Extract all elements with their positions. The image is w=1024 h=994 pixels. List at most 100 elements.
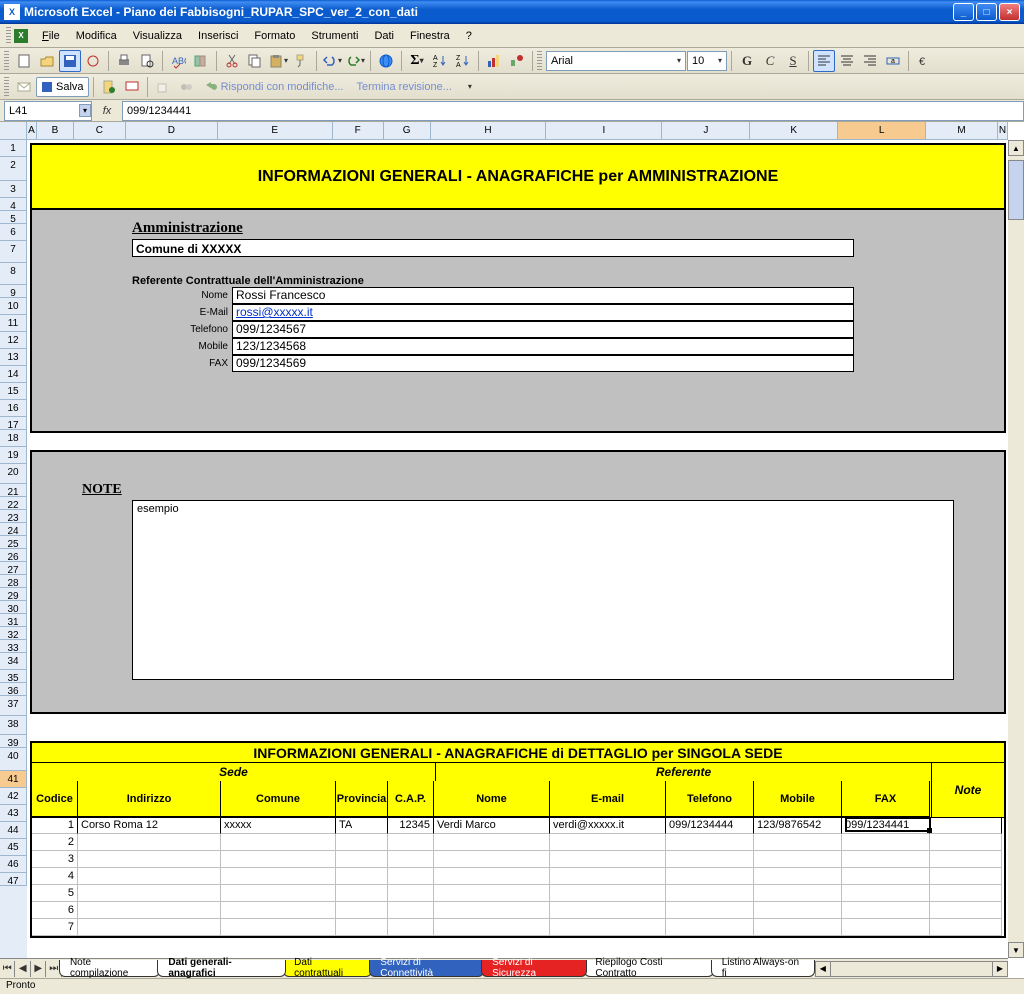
row-37[interactable]: 37 <box>0 696 27 716</box>
cell-fax[interactable]: 099/1234441 <box>842 817 930 834</box>
mail-recipient-icon[interactable] <box>13 76 35 98</box>
align-center-icon[interactable] <box>836 50 858 72</box>
row-8[interactable]: 8 <box>0 263 27 285</box>
row-19[interactable]: 19 <box>0 447 27 464</box>
paste-icon[interactable]: ▾ <box>267 50 289 72</box>
col-b[interactable]: B <box>37 122 74 140</box>
open-icon[interactable] <box>36 50 58 72</box>
chart-wizard-icon[interactable] <box>483 50 505 72</box>
row-16[interactable]: 16 <box>0 400 27 417</box>
cell-nome[interactable]: Verdi Marco <box>434 817 550 834</box>
tab-note-compilazione[interactable]: Note compilazione <box>59 960 160 977</box>
row-46[interactable]: 46 <box>0 856 27 873</box>
rispondi-button[interactable]: Rispondi con modifiche... <box>198 77 350 97</box>
scroll-track[interactable] <box>831 961 992 977</box>
col-j[interactable]: J <box>662 122 750 140</box>
redo-icon[interactable]: ▾ <box>344 50 366 72</box>
formula-input[interactable]: 099/1234441 <box>122 101 1024 121</box>
cut-icon[interactable] <box>221 50 243 72</box>
research-icon[interactable] <box>190 50 212 72</box>
row-12[interactable]: 12 <box>0 332 27 349</box>
menu-inserisci[interactable]: Inserisci <box>190 27 246 45</box>
tab-nav-next[interactable]: ▶ <box>31 961 46 977</box>
tab-nav-prev[interactable]: ◀ <box>15 961 30 977</box>
align-left-icon[interactable] <box>813 50 835 72</box>
col-m[interactable]: M <box>926 122 998 140</box>
tab-servizi-connettivita[interactable]: Servizi di Connettività <box>369 960 484 977</box>
row-5[interactable]: 5 <box>0 211 27 224</box>
row-17[interactable]: 17 <box>0 417 27 430</box>
permission-icon[interactable] <box>82 50 104 72</box>
format-painter-icon[interactable] <box>290 50 312 72</box>
table-row[interactable]: 7 <box>32 919 1004 936</box>
mobile-value[interactable]: 123/1234568 <box>232 338 854 355</box>
undo-icon[interactable]: ▾ <box>321 50 343 72</box>
col-c[interactable]: C <box>74 122 126 140</box>
cell-email[interactable]: verdi@xxxxx.it <box>550 817 666 834</box>
row-15[interactable]: 15 <box>0 383 27 400</box>
row-41[interactable]: 41 <box>0 771 27 788</box>
row-45[interactable]: 45 <box>0 839 27 856</box>
scroll-thumb[interactable] <box>1008 160 1024 220</box>
row-42[interactable]: 42 <box>0 788 27 805</box>
select-all-corner[interactable] <box>0 122 27 140</box>
col-i[interactable]: I <box>546 122 662 140</box>
nome-value[interactable]: Rossi Francesco <box>232 287 854 304</box>
row-30[interactable]: 30 <box>0 601 27 614</box>
scroll-left-button[interactable]: ◀ <box>815 961 831 977</box>
tab-servizi-sicurezza[interactable]: Servizi di Sicurezza <box>481 960 587 977</box>
row-3[interactable]: 3 <box>0 181 27 198</box>
email-value[interactable]: rossi@xxxxx.it <box>232 304 854 321</box>
row-44[interactable]: 44 <box>0 822 27 839</box>
size-selector[interactable]: 10▾ <box>687 51 727 71</box>
cell-cap[interactable]: 12345 <box>388 817 434 834</box>
scroll-right-button[interactable]: ▶ <box>992 961 1008 977</box>
cell-comune[interactable]: xxxxx <box>221 817 336 834</box>
row-29[interactable]: 29 <box>0 588 27 601</box>
row-21[interactable]: 21 <box>0 484 27 497</box>
table-row[interactable]: 5 <box>32 885 1004 902</box>
tab-dati-contrattuali[interactable]: Dati contrattuali <box>283 960 372 977</box>
col-f[interactable]: F <box>333 122 384 140</box>
row-26[interactable]: 26 <box>0 549 27 562</box>
row-47[interactable]: 47 <box>0 873 27 886</box>
share-wb-icon[interactable] <box>175 76 197 98</box>
row-4[interactable]: 4 <box>0 198 27 211</box>
row-14[interactable]: 14 <box>0 366 27 383</box>
row-13[interactable]: 13 <box>0 349 27 366</box>
menu-help[interactable]: ? <box>458 27 480 45</box>
row-11[interactable]: 11 <box>0 315 27 332</box>
toolbar-options-icon[interactable]: ▾ <box>459 76 481 98</box>
menu-file[interactable]: File <box>34 27 68 45</box>
spellcheck-icon[interactable]: ABC <box>167 50 189 72</box>
menu-strumenti[interactable]: Strumenti <box>303 27 366 45</box>
row-35[interactable]: 35 <box>0 670 27 683</box>
row-43[interactable]: 43 <box>0 805 27 822</box>
preview-icon[interactable] <box>136 50 158 72</box>
minimize-button[interactable]: _ <box>953 3 974 21</box>
tab-listino-always-on[interactable]: Listino Always-on fi <box>711 960 815 977</box>
row-36[interactable]: 36 <box>0 683 27 696</box>
row-33[interactable]: 33 <box>0 640 27 653</box>
note-value[interactable]: esempio <box>132 500 954 680</box>
row-9[interactable]: 9 <box>0 285 27 298</box>
col-k[interactable]: K <box>750 122 838 140</box>
fax-value[interactable]: 099/1234569 <box>232 355 854 372</box>
vertical-scrollbar[interactable]: ▲ ▼ <box>1008 140 1024 958</box>
drawing-icon[interactable] <box>506 50 528 72</box>
row-22[interactable]: 22 <box>0 497 27 510</box>
menu-formato[interactable]: Formato <box>246 27 303 45</box>
cells-grid[interactable]: INFORMAZIONI GENERALI - ANAGRAFICHE per … <box>27 140 1008 958</box>
row-39[interactable]: 39 <box>0 735 27 748</box>
row-38[interactable]: 38 <box>0 716 27 735</box>
show-changes-icon[interactable] <box>152 76 174 98</box>
comment-icon[interactable] <box>121 76 143 98</box>
new-icon[interactable] <box>13 50 35 72</box>
row-31[interactable]: 31 <box>0 614 27 627</box>
telefono-value[interactable]: 099/1234567 <box>232 321 854 338</box>
sort-asc-icon[interactable]: AZ <box>429 50 451 72</box>
row-20[interactable]: 20 <box>0 464 27 484</box>
col-d[interactable]: D <box>126 122 218 140</box>
autosum-icon[interactable]: Σ▾ <box>406 50 428 72</box>
menu-modifica[interactable]: Modifica <box>68 27 125 45</box>
